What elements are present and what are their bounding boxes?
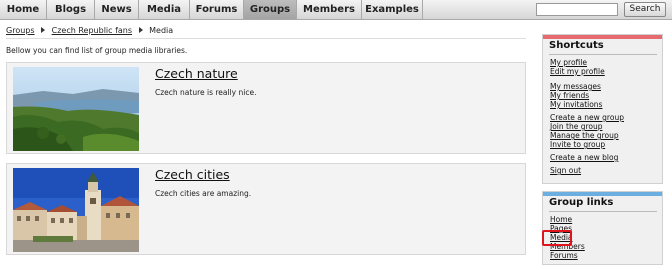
library-description: Czech nature is really nice. [155, 88, 257, 97]
tab-forums[interactable]: Forums [190, 0, 244, 19]
shortcut-invite-group[interactable]: Invite to group [550, 140, 605, 149]
shortcut-my-invitations[interactable]: My invitations [550, 100, 602, 109]
library-thumbnail[interactable] [13, 67, 139, 151]
intro-text: Bellow you can find list of group media … [6, 46, 188, 55]
library-thumbnail[interactable] [13, 168, 139, 252]
breadcrumb-current: Media [149, 26, 174, 35]
search-input[interactable] [536, 3, 618, 16]
breadcrumb-divider [6, 38, 526, 39]
panel-accent-bar [543, 192, 662, 196]
top-navigation: Home Blogs News Media Forums Groups Memb… [0, 0, 672, 20]
group-links-title: Group links [549, 197, 614, 208]
shortcut-edit-profile[interactable]: Edit my profile [550, 67, 605, 76]
tab-media[interactable]: Media [139, 0, 190, 19]
landscape-photo-icon [13, 67, 139, 151]
group-links-panel: Group links Home Pages Media Members For… [542, 191, 663, 265]
tab-blogs[interactable]: Blogs [47, 0, 95, 19]
highlight-box [542, 230, 572, 246]
panel-divider [549, 211, 657, 212]
town-square-photo-icon [13, 168, 139, 252]
breadcrumb-groups-link[interactable]: Groups [6, 26, 35, 35]
breadcrumb-group-link[interactable]: Czech Republic fans [52, 26, 132, 35]
shortcut-my-profile[interactable]: My profile [550, 58, 587, 67]
shortcut-create-blog[interactable]: Create a new blog [550, 153, 618, 162]
group-link-forums[interactable]: Forums [550, 251, 578, 260]
panel-accent-bar [543, 35, 662, 39]
breadcrumb: Groups Czech Republic fans Media [6, 26, 173, 35]
tab-home[interactable]: Home [0, 0, 47, 19]
search-button[interactable]: Search [624, 2, 666, 17]
library-card: Czech nature Czech nature is really nice… [6, 62, 526, 154]
tab-members[interactable]: Members [297, 0, 362, 19]
tab-news[interactable]: News [95, 0, 139, 19]
breadcrumb-arrow-icon [138, 27, 143, 33]
shortcuts-title: Shortcuts [549, 40, 604, 51]
tab-examples[interactable]: Examples [362, 0, 423, 19]
panel-divider [549, 54, 657, 55]
shortcut-join-group[interactable]: Join the group [550, 122, 603, 131]
shortcut-manage-group[interactable]: Manage the group [550, 131, 619, 140]
shortcut-sign-out[interactable]: Sign out [550, 166, 581, 175]
library-title-link[interactable]: Czech cities [155, 167, 230, 182]
shortcut-my-friends[interactable]: My friends [550, 91, 589, 100]
tab-groups[interactable]: Groups [244, 0, 297, 19]
breadcrumb-arrow-icon [41, 27, 46, 33]
library-card: Czech cities Czech cities are amazing. [6, 163, 526, 255]
library-title-link[interactable]: Czech nature [155, 66, 238, 81]
library-description: Czech cities are amazing. [155, 189, 252, 198]
shortcut-create-group[interactable]: Create a new group [550, 113, 624, 122]
group-link-home[interactable]: Home [550, 215, 572, 224]
shortcut-my-messages[interactable]: My messages [550, 82, 601, 91]
shortcuts-panel: Shortcuts My profile Edit my profile My … [542, 34, 663, 184]
